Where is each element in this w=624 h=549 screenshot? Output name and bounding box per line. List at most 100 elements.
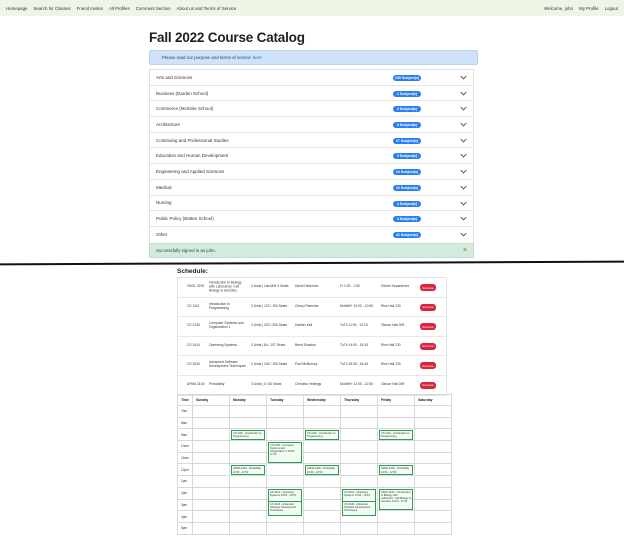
remove-course-button[interactable]: Remove [420, 284, 436, 291]
terms-link[interactable]: here [253, 55, 262, 60]
chevron-down-icon[interactable] [460, 231, 467, 238]
accordion-item[interactable]: Architecture 8 Subject(s) [150, 117, 473, 133]
calendar-event[interactable]: APMA 3100 - Probability 12:00 - 12:50 [230, 465, 265, 476]
calendar-time-label: 1pm [177, 475, 193, 488]
nav-link[interactable]: My Profile [579, 6, 599, 11]
calendar-cell [265, 428, 304, 442]
calendar-time-label: 4pm [177, 510, 193, 523]
accordion-item[interactable]: Business (Darden School) 1 Subject(s) [150, 86, 473, 102]
accordion-item[interactable]: Engineering and Applied Sciences 14 Subje… [150, 164, 473, 180]
chevron-down-icon[interactable] [460, 168, 467, 175]
course-instructor: Paul McBurney [295, 362, 318, 367]
calendar-cell [191, 463, 230, 477]
accordion-item[interactable]: Continuing and Professional Studies 17 Su… [150, 133, 473, 149]
chevron-down-icon[interactable] [460, 215, 467, 222]
nav-link[interactable]: All Profiles [109, 6, 130, 11]
chevron-down-icon[interactable] [460, 152, 467, 159]
course-code: CBOL 3190 [187, 284, 205, 289]
calendar-cell [376, 416, 415, 430]
course-room: Olsson Hall 009 [381, 382, 405, 387]
calendar-cell [191, 498, 230, 512]
accordion-item[interactable]: Public Policy (Batten School) 4 Subject(s… [150, 211, 473, 227]
nav-link[interactable]: Friend Invites [77, 6, 103, 11]
calendar-row: 3pm CS 3240 - Advanced Software Developme… [177, 498, 452, 516]
chevron-down-icon[interactable] [460, 184, 467, 191]
calendar-time-label: 8am [177, 416, 193, 430]
calendar-cell [413, 498, 452, 512]
calendar-time-label: 12pm [177, 463, 193, 477]
nav-link[interactable]: Search for Classes [33, 6, 70, 11]
calendar-cell [339, 463, 378, 477]
calendar-event[interactable]: APMA 3100 - Probability 12:00 - 12:50 [378, 465, 413, 476]
nav-link[interactable]: Logout [605, 6, 618, 11]
accordion-item[interactable]: Other 42 Subject(s) [150, 227, 473, 243]
chevron-down-icon[interactable] [460, 121, 467, 128]
nav-link[interactable]: Comment Section [136, 6, 171, 11]
calendar-header: Saturday [413, 394, 452, 406]
calendar-cell [228, 498, 267, 512]
accordion-item[interactable]: Medical 10 Subject(s) [150, 180, 473, 196]
calendar-cell [228, 475, 267, 488]
calendar-event[interactable]: CS 1110 - Introduction to Programming [230, 430, 265, 441]
remove-course-button[interactable]: Remove [420, 362, 436, 369]
calendar-event[interactable]: CS 1110 - Introduction to Programming [378, 430, 413, 441]
calendar-cell: APMA 3100 - Probability 12:00 - 12:50 [228, 463, 267, 477]
remove-course-button[interactable]: Remove [420, 303, 436, 311]
info-banner: Please read our purpose and terms of ser… [149, 50, 478, 65]
calendar-cell [376, 498, 415, 512]
calendar-cell [265, 475, 304, 488]
remove-course-button[interactable]: Remove [420, 323, 436, 330]
course-instructor: Hadder Kell [295, 323, 313, 328]
calendar-cell [302, 451, 341, 465]
calendar-cell [339, 440, 378, 453]
course-time: TuTh 11:00 - 12:15 [340, 323, 368, 328]
accordion-item[interactable]: Education and Human Development 9 Subject… [150, 148, 473, 165]
calendar-cell [413, 521, 452, 535]
calendar-time-label: 5pm [177, 521, 193, 535]
calendar-cell [339, 405, 378, 418]
calendar-cell: CS 1110 - Introduction to Programming [376, 428, 415, 442]
accordion-item[interactable]: Nursing 2 Subject(s) [150, 196, 473, 212]
calendar-cell [228, 486, 267, 500]
subject-count-badge: 14 Subject(s) [393, 169, 421, 176]
calendar-cell [413, 440, 452, 453]
calendar-cell [413, 510, 452, 523]
remove-course-button[interactable]: Remove [420, 381, 436, 389]
course-time: Fr 1:00 - 1:50 [340, 284, 360, 289]
accordion-item[interactable]: Arts and Sciences 108 Subject(s) [150, 70, 473, 86]
calendar-event[interactable]: CS 1110 - Introduction to Programming [304, 430, 339, 441]
course-code: CS 3414 [187, 342, 200, 347]
weekly-calendar: Time Sunday Monday Tuesday Wednesday Thursday… [177, 394, 452, 535]
calendar-cell: APMA 3100 - Probability 12:00 - 12:50 [302, 463, 341, 477]
chevron-down-icon[interactable] [460, 90, 467, 97]
calendar-cell [228, 405, 267, 418]
calendar-row: 9am CS 1110 - Introduction to Programming… [177, 428, 452, 442]
course-time: TuTh 15:30 - 16:45 [340, 362, 368, 367]
calendar-cell: CS 3240 - Advanced Software Development … [339, 498, 378, 516]
course-instructor: Cheryl Pamcher [295, 303, 319, 308]
accordion-item[interactable]: Commerce (McIntire School) 2 Subject(s) [150, 101, 473, 118]
chevron-down-icon[interactable] [460, 105, 467, 112]
calendar-cell [339, 428, 378, 442]
course-name: Operating Systems [209, 342, 238, 347]
subject-count-badge: 42 Subject(s) [393, 231, 421, 238]
chevron-down-icon[interactable] [460, 74, 467, 81]
top-navbar: Homepage Search for Classes Friend Invites… [0, 0, 624, 16]
calendar-event[interactable]: APMA 3100 - Probability 12:00 - 12:50 [304, 465, 339, 476]
course-time: MoWeFr 12:00 - 12:50 [340, 382, 373, 387]
remove-course-button[interactable]: Remove [420, 342, 436, 350]
calendar-cell [265, 405, 304, 418]
subject-count-badge: 17 Subject(s) [393, 137, 421, 144]
nav-link[interactable]: Homepage [6, 6, 27, 11]
chevron-down-icon[interactable] [460, 137, 467, 144]
calendar-cell [302, 405, 341, 418]
calendar-cell: CS 3240 - Advanced Software Development … [265, 498, 304, 516]
chevron-down-icon[interactable] [460, 200, 467, 207]
nav-link[interactable]: About us and Terms of Service [177, 6, 237, 11]
success-alert: Successfully signed in as john. × [149, 243, 474, 258]
close-icon[interactable]: × [463, 247, 467, 254]
calendar-cell [413, 428, 452, 442]
subject-count-badge: 8 Subject(s) [393, 122, 421, 129]
course-code: CS 2130 [187, 323, 200, 328]
calendar-cell [302, 498, 341, 512]
